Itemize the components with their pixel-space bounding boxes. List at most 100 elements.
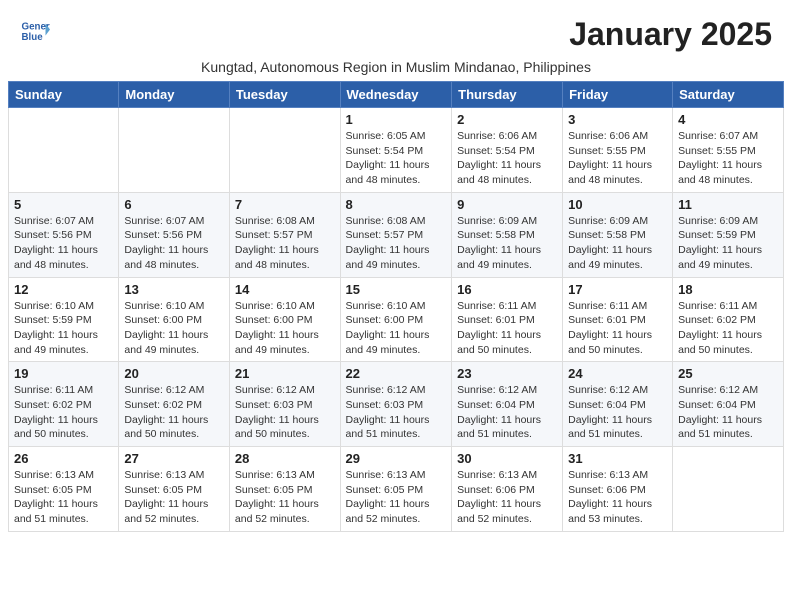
calendar-wrapper: Sunday Monday Tuesday Wednesday Thursday…: [0, 81, 792, 540]
day-info: Sunrise: 6:13 AM Sunset: 6:05 PM Dayligh…: [346, 468, 447, 527]
calendar-table: Sunday Monday Tuesday Wednesday Thursday…: [8, 81, 784, 532]
day-number: 22: [346, 366, 447, 381]
day-info: Sunrise: 6:12 AM Sunset: 6:04 PM Dayligh…: [457, 383, 557, 442]
header-sunday: Sunday: [9, 82, 119, 108]
header-friday: Friday: [563, 82, 673, 108]
calendar-week-row: 1Sunrise: 6:05 AM Sunset: 5:54 PM Daylig…: [9, 108, 784, 193]
day-info: Sunrise: 6:11 AM Sunset: 6:01 PM Dayligh…: [457, 299, 557, 358]
calendar-subtitle: Kungtad, Autonomous Region in Muslim Min…: [0, 57, 792, 81]
table-row: 28Sunrise: 6:13 AM Sunset: 6:05 PM Dayli…: [229, 447, 340, 532]
day-info: Sunrise: 6:07 AM Sunset: 5:55 PM Dayligh…: [678, 129, 778, 188]
table-row: 2 Sunrise: 6:06 AM Sunset: 5:54 PM Daylig…: [452, 108, 563, 193]
day-number: 11: [678, 197, 778, 212]
table-row: 23 Sunrise: 6:12 AM Sunset: 6:04 PM Dayli…: [452, 362, 563, 447]
day-number: 21: [235, 366, 335, 381]
day-number: 13: [124, 282, 224, 297]
day-number: 14: [235, 282, 335, 297]
day-number: 19: [14, 366, 113, 381]
day-number: 6: [124, 197, 224, 212]
day-number: 7: [235, 197, 335, 212]
table-row: 1Sunrise: 6:05 AM Sunset: 5:54 PM Daylig…: [340, 108, 452, 193]
day-number: 30: [457, 451, 557, 466]
day-info: Sunrise: 6:12 AM Sunset: 6:03 PM Dayligh…: [346, 383, 447, 442]
day-number: 18: [678, 282, 778, 297]
table-row: 24 Sunrise: 6:12 AM Sunset: 6:04 PM Dayli…: [563, 362, 673, 447]
table-row: 14 Sunrise: 6:10 AM Sunset: 6:00 PM Dayli…: [229, 277, 340, 362]
table-row: 20Sunrise: 6:12 AM Sunset: 6:02 PM Dayli…: [119, 362, 230, 447]
table-row: 26 Sunrise: 6:13 AM Sunset: 6:05 PM Dayli…: [9, 447, 119, 532]
table-row: [673, 447, 784, 532]
logo-icon: General Blue: [20, 16, 50, 46]
day-info: Sunrise: 6:10 AM Sunset: 5:59 PM Dayligh…: [14, 299, 113, 358]
day-info: Sunrise: 6:11 AM Sunset: 6:02 PM Dayligh…: [14, 383, 113, 442]
calendar-week-row: 12Sunrise: 6:10 AM Sunset: 5:59 PM Dayli…: [9, 277, 784, 362]
day-info: Sunrise: 6:10 AM Sunset: 6:00 PM Dayligh…: [235, 299, 335, 358]
day-number: 26: [14, 451, 113, 466]
day-info: Sunrise: 6:12 AM Sunset: 6:03 PM Dayligh…: [235, 383, 335, 442]
day-number: 3: [568, 112, 667, 127]
day-info: Sunrise: 6:12 AM Sunset: 6:04 PM Dayligh…: [678, 383, 778, 442]
day-number: 5: [14, 197, 113, 212]
calendar-week-row: 26 Sunrise: 6:13 AM Sunset: 6:05 PM Dayli…: [9, 447, 784, 532]
day-number: 8: [346, 197, 447, 212]
svg-text:Blue: Blue: [22, 32, 44, 43]
table-row: 21 Sunrise: 6:12 AM Sunset: 6:03 PM Dayli…: [229, 362, 340, 447]
table-row: [229, 108, 340, 193]
day-number: 10: [568, 197, 667, 212]
table-row: 27Sunrise: 6:13 AM Sunset: 6:05 PM Dayli…: [119, 447, 230, 532]
calendar-week-row: 19 Sunrise: 6:11 AM Sunset: 6:02 PM Dayli…: [9, 362, 784, 447]
table-row: 8 Sunrise: 6:08 AM Sunset: 5:57 PM Daylig…: [340, 192, 452, 277]
table-row: 25Sunrise: 6:12 AM Sunset: 6:04 PM Dayli…: [673, 362, 784, 447]
table-row: 3 Sunrise: 6:06 AM Sunset: 5:55 PM Daylig…: [563, 108, 673, 193]
table-row: [119, 108, 230, 193]
day-info: Sunrise: 6:09 AM Sunset: 5:58 PM Dayligh…: [457, 214, 557, 273]
month-title: January 2025: [569, 16, 772, 53]
day-number: 29: [346, 451, 447, 466]
table-row: 5 Sunrise: 6:07 AM Sunset: 5:56 PM Daylig…: [9, 192, 119, 277]
day-info: Sunrise: 6:13 AM Sunset: 6:06 PM Dayligh…: [457, 468, 557, 527]
day-info: Sunrise: 6:07 AM Sunset: 5:56 PM Dayligh…: [124, 214, 224, 273]
day-info: Sunrise: 6:08 AM Sunset: 5:57 PM Dayligh…: [346, 214, 447, 273]
header-wednesday: Wednesday: [340, 82, 452, 108]
header-thursday: Thursday: [452, 82, 563, 108]
table-row: 11Sunrise: 6:09 AM Sunset: 5:59 PM Dayli…: [673, 192, 784, 277]
header-monday: Monday: [119, 82, 230, 108]
day-info: Sunrise: 6:13 AM Sunset: 6:05 PM Dayligh…: [14, 468, 113, 527]
table-row: 10 Sunrise: 6:09 AM Sunset: 5:58 PM Dayli…: [563, 192, 673, 277]
day-info: Sunrise: 6:11 AM Sunset: 6:02 PM Dayligh…: [678, 299, 778, 358]
day-number: 2: [457, 112, 557, 127]
day-info: Sunrise: 6:13 AM Sunset: 6:06 PM Dayligh…: [568, 468, 667, 527]
day-info: Sunrise: 6:06 AM Sunset: 5:55 PM Dayligh…: [568, 129, 667, 188]
logo: General Blue: [20, 16, 52, 46]
day-info: Sunrise: 6:08 AM Sunset: 5:57 PM Dayligh…: [235, 214, 335, 273]
day-info: Sunrise: 6:07 AM Sunset: 5:56 PM Dayligh…: [14, 214, 113, 273]
table-row: 31 Sunrise: 6:13 AM Sunset: 6:06 PM Dayli…: [563, 447, 673, 532]
table-row: 18 Sunrise: 6:11 AM Sunset: 6:02 PM Dayli…: [673, 277, 784, 362]
day-info: Sunrise: 6:11 AM Sunset: 6:01 PM Dayligh…: [568, 299, 667, 358]
day-number: 31: [568, 451, 667, 466]
day-number: 16: [457, 282, 557, 297]
day-number: 9: [457, 197, 557, 212]
day-info: Sunrise: 6:06 AM Sunset: 5:54 PM Dayligh…: [457, 129, 557, 188]
header-tuesday: Tuesday: [229, 82, 340, 108]
table-row: 12Sunrise: 6:10 AM Sunset: 5:59 PM Dayli…: [9, 277, 119, 362]
calendar-header-row: Sunday Monday Tuesday Wednesday Thursday…: [9, 82, 784, 108]
day-number: 1: [346, 112, 447, 127]
day-info: Sunrise: 6:12 AM Sunset: 6:04 PM Dayligh…: [568, 383, 667, 442]
table-row: [9, 108, 119, 193]
day-info: Sunrise: 6:13 AM Sunset: 6:05 PM Dayligh…: [235, 468, 335, 527]
day-number: 23: [457, 366, 557, 381]
day-info: Sunrise: 6:09 AM Sunset: 5:58 PM Dayligh…: [568, 214, 667, 273]
day-number: 24: [568, 366, 667, 381]
calendar-week-row: 5 Sunrise: 6:07 AM Sunset: 5:56 PM Daylig…: [9, 192, 784, 277]
table-row: 29 Sunrise: 6:13 AM Sunset: 6:05 PM Dayli…: [340, 447, 452, 532]
table-row: 7 Sunrise: 6:08 AM Sunset: 5:57 PM Daylig…: [229, 192, 340, 277]
table-row: 19 Sunrise: 6:11 AM Sunset: 6:02 PM Dayli…: [9, 362, 119, 447]
day-number: 17: [568, 282, 667, 297]
day-info: Sunrise: 6:13 AM Sunset: 6:05 PM Dayligh…: [124, 468, 224, 527]
table-row: 6 Sunrise: 6:07 AM Sunset: 5:56 PM Daylig…: [119, 192, 230, 277]
table-row: 9 Sunrise: 6:09 AM Sunset: 5:58 PM Daylig…: [452, 192, 563, 277]
table-row: 22 Sunrise: 6:12 AM Sunset: 6:03 PM Dayli…: [340, 362, 452, 447]
day-info: Sunrise: 6:10 AM Sunset: 6:00 PM Dayligh…: [346, 299, 447, 358]
table-row: 16 Sunrise: 6:11 AM Sunset: 6:01 PM Dayli…: [452, 277, 563, 362]
